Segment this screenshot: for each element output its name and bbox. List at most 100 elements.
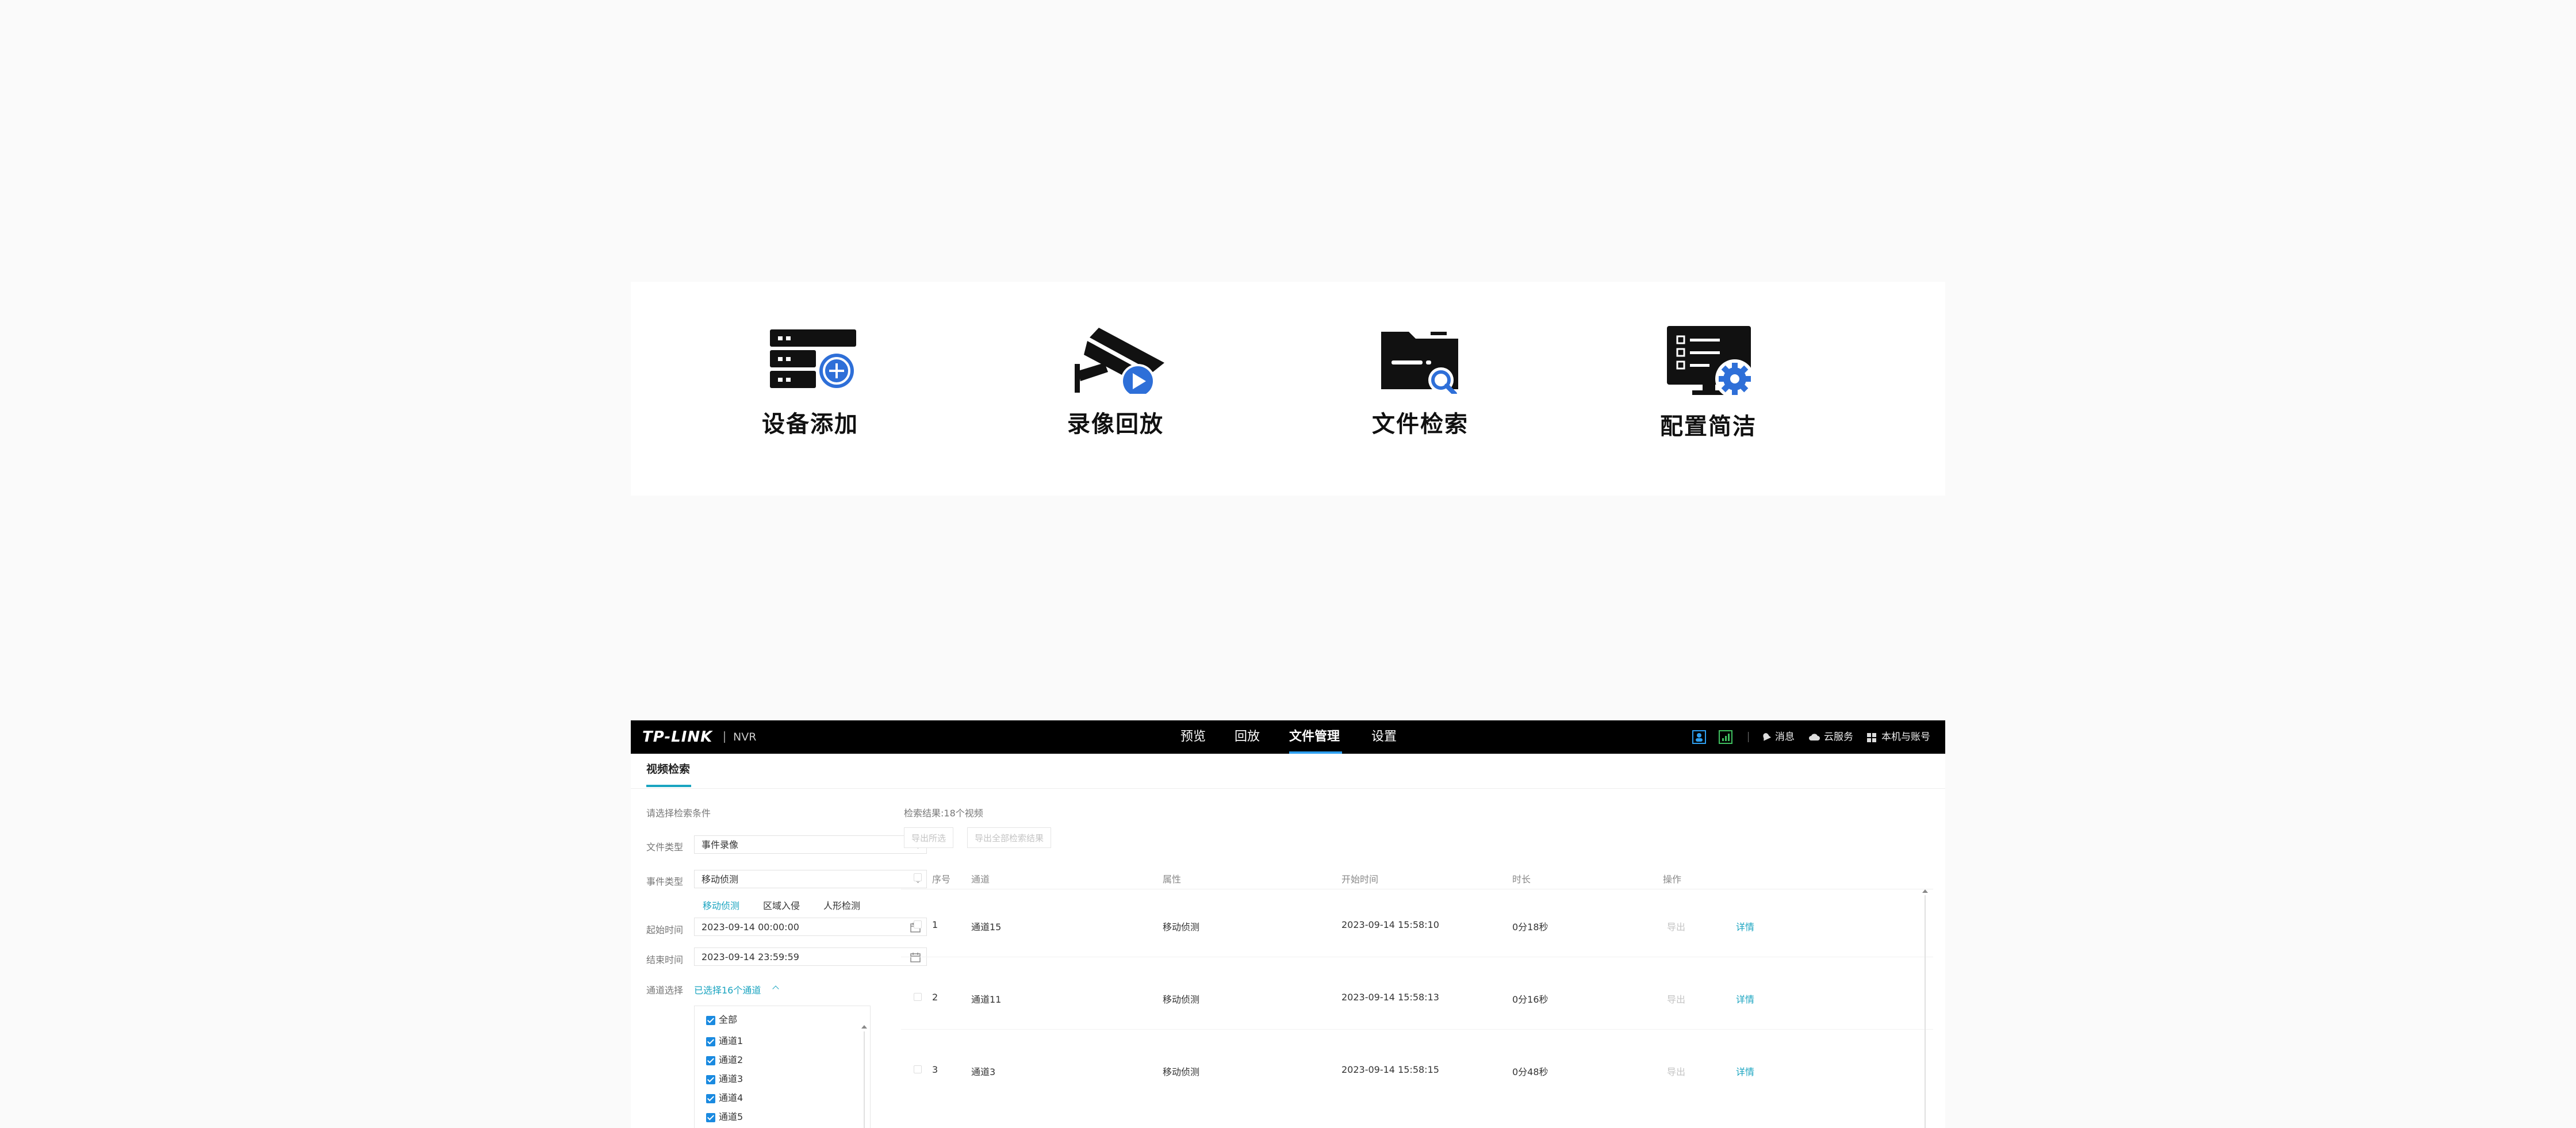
checkbox-checked-icon[interactable] <box>706 1112 715 1122</box>
export-all-button[interactable]: 导出全部检索结果 <box>967 827 1052 848</box>
cloud-service-link[interactable]: 云服务 <box>1824 720 1853 754</box>
top-bar: TP-LINK NVR 预览 回放 文件管理 设置 消息 云服务 本机与账号 <box>631 720 1945 754</box>
product-name: NVR <box>733 731 757 743</box>
scroll-up-icon[interactable] <box>861 1025 867 1029</box>
top-right-divider <box>1748 732 1749 742</box>
results-scrollbar[interactable] <box>1925 895 1926 1128</box>
start-time-input[interactable]: 2023-09-14 00:00:00 <box>694 918 927 936</box>
row-export-link[interactable]: 导出 <box>1667 992 1685 1006</box>
row-start-time: 2023-09-14 15:58:10 <box>1341 919 1439 930</box>
export-selected-button[interactable]: 导出所选 <box>904 827 954 848</box>
end-time-input[interactable]: 2023-09-14 23:59:59 <box>694 947 927 966</box>
signal-icon[interactable] <box>1719 730 1732 744</box>
event-option-motion[interactable]: 移动侦测 <box>703 898 739 912</box>
brand-logo: TP-LINK <box>642 728 713 746</box>
feature-playback: 录像回放 <box>1041 325 1190 439</box>
row-duration: 0分16秒 <box>1512 994 1548 1005</box>
feature-card: 设备添加 录像回放 文件检索 配置简洁 <box>631 282 1945 496</box>
event-type-select[interactable]: 移动侦测 <box>694 870 927 888</box>
server-add-icon <box>770 329 856 390</box>
row-checkbox[interactable] <box>914 993 922 1001</box>
file-type-select[interactable]: 事件录像 <box>694 835 927 854</box>
subtab-underline <box>646 785 691 787</box>
row-channel: 通道15 <box>971 922 1002 933</box>
messages-link[interactable]: 消息 <box>1775 720 1795 754</box>
calendar-icon[interactable] <box>910 952 921 962</box>
nav-tab-file-management[interactable]: 文件管理 <box>1289 720 1340 754</box>
feature-label: 配置简洁 <box>1660 413 1757 440</box>
column-header-start-time: 开始时间 <box>1341 874 1379 885</box>
channel-scrollbar[interactable] <box>864 1031 865 1128</box>
chevron-up-icon[interactable] <box>772 985 779 992</box>
channel-option[interactable]: 通道4 <box>706 1092 743 1104</box>
user-view-icon[interactable] <box>1692 730 1706 744</box>
feature-config: 配置简洁 <box>1634 325 1783 441</box>
nav-active-underline <box>1289 751 1342 754</box>
row-index: 2 <box>932 992 938 1003</box>
feature-label: 录像回放 <box>1067 411 1164 438</box>
column-header-attr: 属性 <box>1163 874 1182 885</box>
subtab-video-search[interactable]: 视频检索 <box>646 761 690 776</box>
column-header-actions: 操作 <box>1663 874 1682 885</box>
cloud-icon <box>1809 734 1820 741</box>
channel-option[interactable]: 通道2 <box>706 1054 743 1066</box>
event-type-label: 事件类型 <box>646 876 684 887</box>
row-divider <box>901 1029 1933 1030</box>
channel-option[interactable]: 通道1 <box>706 1035 743 1048</box>
row-index: 1 <box>932 919 938 930</box>
start-time-label: 起始时间 <box>646 924 684 935</box>
row-start-time: 2023-09-14 15:58:13 <box>1341 992 1439 1003</box>
row-index: 3 <box>932 1064 938 1075</box>
form-heading: 请选择检索条件 <box>646 808 711 819</box>
checkbox-checked-icon[interactable] <box>706 1094 715 1103</box>
row-export-link[interactable]: 导出 <box>1667 1064 1685 1078</box>
scroll-up-icon[interactable] <box>1922 889 1928 893</box>
row-start-time: 2023-09-14 15:58:15 <box>1341 1064 1439 1075</box>
file-type-label: 文件类型 <box>646 842 684 853</box>
results-summary: 检索结果:18个视频 <box>904 808 983 819</box>
subtab-divider <box>631 788 1945 789</box>
row-checkbox[interactable] <box>914 1065 922 1073</box>
checkbox-checked-icon[interactable] <box>706 1015 715 1025</box>
row-detail-link[interactable]: 详情 <box>1736 992 1754 1006</box>
feature-file-search: 文件检索 <box>1346 325 1495 439</box>
row-duration: 0分48秒 <box>1512 1066 1548 1077</box>
start-time-value: 2023-09-14 00:00:00 <box>702 922 799 933</box>
end-time-value: 2023-09-14 23:59:59 <box>702 951 799 962</box>
camera-playback-icon <box>1075 328 1164 394</box>
row-detail-link[interactable]: 详情 <box>1736 919 1754 933</box>
channel-option[interactable]: 全部 <box>706 1014 737 1026</box>
row-export-link[interactable]: 导出 <box>1667 919 1685 933</box>
row-attr: 移动侦测 <box>1163 1066 1200 1077</box>
column-header-index: 序号 <box>932 874 951 885</box>
column-header-channel: 通道 <box>971 874 990 885</box>
channel-select-label: 通道选择 <box>646 985 684 996</box>
column-header-duration: 时长 <box>1512 874 1531 885</box>
event-option-human[interactable]: 人形检测 <box>823 898 860 912</box>
channel-list-panel: 全部 通道1 通道2 通道3 通道4 通道5 <box>694 1006 871 1128</box>
folder-search-icon <box>1381 332 1458 394</box>
checkbox-checked-icon[interactable] <box>706 1075 715 1084</box>
nav-tab-settings[interactable]: 设置 <box>1371 720 1397 754</box>
row-channel: 通道3 <box>971 1066 996 1077</box>
select-all-checkbox[interactable] <box>914 873 922 881</box>
feature-label: 文件检索 <box>1372 411 1469 438</box>
nav-tab-playback[interactable]: 回放 <box>1235 720 1260 754</box>
row-attr: 移动侦测 <box>1163 994 1200 1005</box>
account-link[interactable]: 本机与账号 <box>1881 720 1930 754</box>
channel-select-toggle[interactable]: 已选择16个通道 <box>694 983 761 996</box>
channel-option[interactable]: 通道5 <box>706 1111 743 1123</box>
row-checkbox[interactable] <box>914 920 922 929</box>
channel-option[interactable]: 通道3 <box>706 1073 743 1085</box>
checkbox-checked-icon[interactable] <box>706 1037 715 1046</box>
event-option-intrusion[interactable]: 区域入侵 <box>763 898 800 912</box>
bell-icon <box>1763 733 1772 741</box>
row-detail-link[interactable]: 详情 <box>1736 1064 1754 1078</box>
brand-divider <box>724 731 725 743</box>
checkbox-checked-icon[interactable] <box>706 1056 715 1065</box>
grid-menu-icon <box>1867 733 1876 742</box>
end-time-label: 结束时间 <box>646 954 684 965</box>
file-type-value: 事件录像 <box>702 839 739 850</box>
row-attr: 移动侦测 <box>1163 922 1200 933</box>
nav-tab-preview[interactable]: 预览 <box>1180 720 1206 754</box>
